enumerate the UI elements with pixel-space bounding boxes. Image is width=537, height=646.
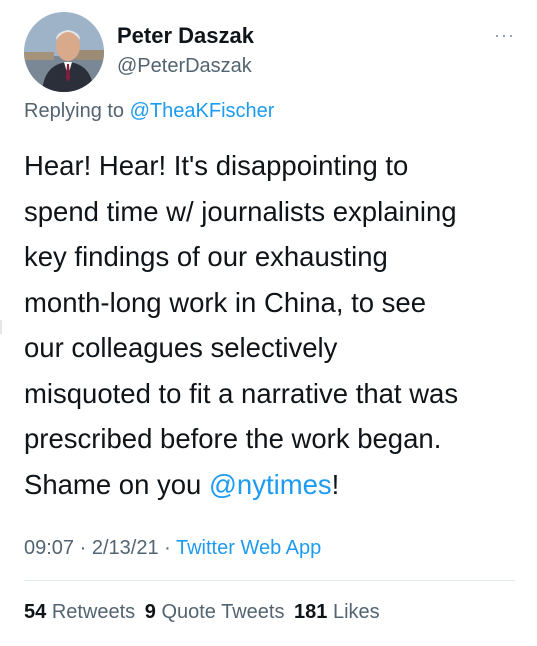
- replying-to: Replying to @TheaKFischer: [24, 100, 274, 123]
- replying-to-handle-link[interactable]: @TheaKFischer: [130, 100, 275, 122]
- quote-tweets-stat[interactable]: 9 Quote Tweets: [145, 601, 285, 623]
- divider: [24, 580, 515, 581]
- tweet-source-link[interactable]: Twitter Web App: [176, 537, 321, 559]
- author-name[interactable]: Peter Daszak: [117, 23, 254, 49]
- tweet-text-main: Hear! Hear! It's disappointing to spend …: [24, 150, 459, 500]
- tweet-text-end: !: [331, 468, 340, 500]
- edge-artifact: [0, 320, 2, 334]
- retweets-count: 54: [24, 601, 47, 623]
- author-handle[interactable]: @PeterDaszak: [117, 55, 252, 78]
- engagement-stats: 54 Retweets 9 Quote Tweets 181 Likes: [24, 601, 384, 624]
- likes-count: 181: [294, 601, 328, 623]
- tweet-text: Hear! Hear! It's disappointing to spend …: [24, 143, 529, 507]
- likes-label: Likes: [332, 601, 380, 623]
- quotes-count: 9: [144, 601, 156, 623]
- meta-separator: ·: [74, 537, 92, 559]
- retweets-label: Retweets: [51, 601, 136, 623]
- tweet-meta: 09:07 · 2/13/21 · Twitter Web App: [24, 537, 321, 560]
- tweet-date[interactable]: 2/13/21: [92, 537, 159, 559]
- more-options-icon[interactable]: ···: [494, 26, 515, 44]
- meta-separator-2: ·: [158, 537, 176, 559]
- mention-link[interactable]: @nytimes: [209, 469, 332, 500]
- replying-to-prefix: Replying to: [24, 100, 125, 122]
- tweet-time[interactable]: 09:07: [24, 537, 74, 559]
- avatar[interactable]: [24, 12, 104, 92]
- tweet-card: Peter Daszak @PeterDaszak ··· Replying t…: [0, 0, 537, 646]
- likes-stat[interactable]: 181 Likes: [294, 601, 380, 623]
- retweets-stat[interactable]: 54 Retweets: [24, 601, 135, 623]
- quotes-label: Quote Tweets: [161, 601, 285, 623]
